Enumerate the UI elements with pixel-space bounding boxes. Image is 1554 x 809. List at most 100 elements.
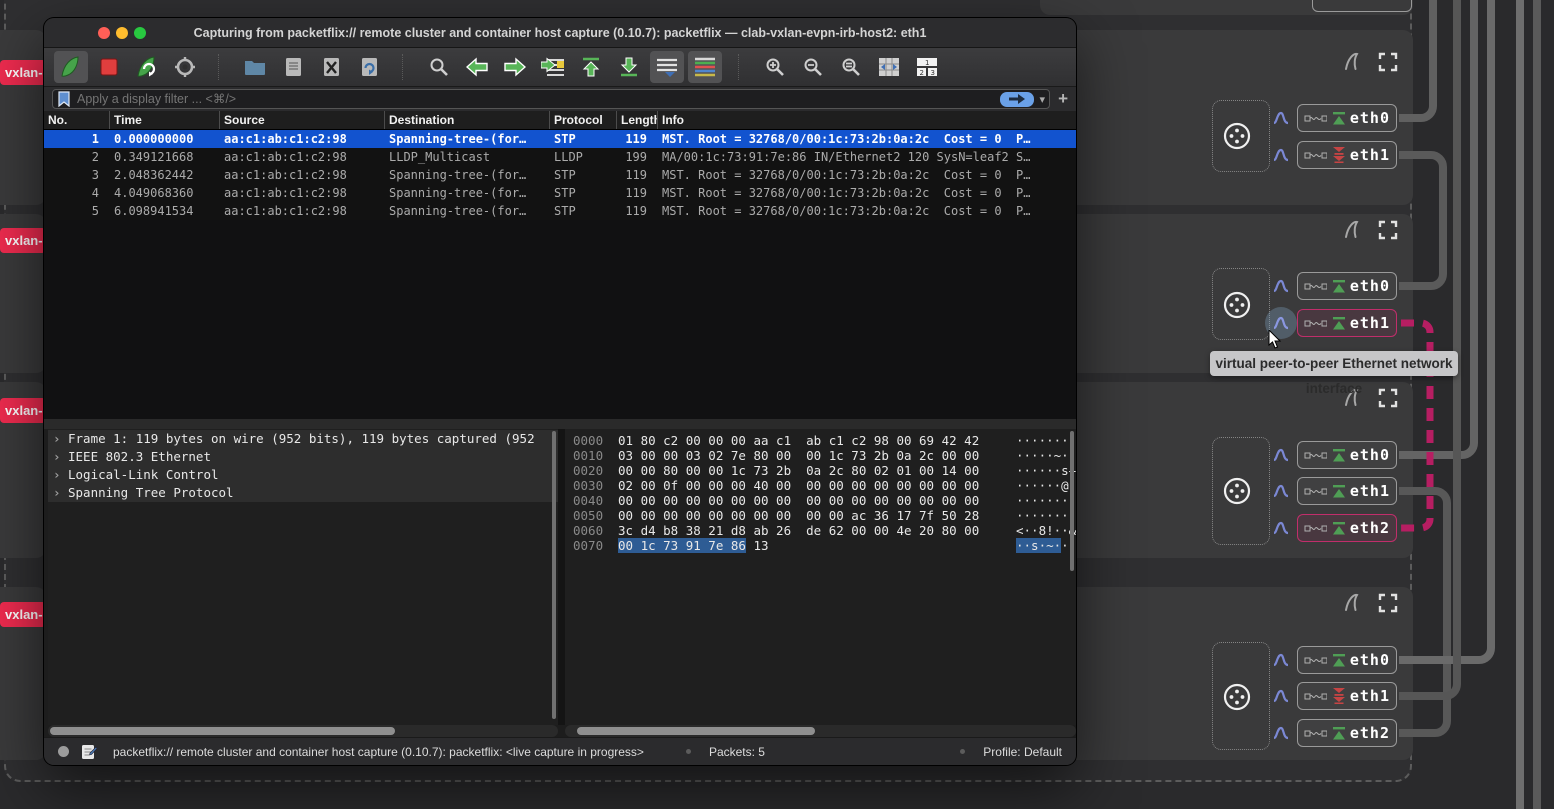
iface-badge-eth1[interactable]: eth1	[1297, 682, 1397, 710]
minimize-window-button[interactable]	[116, 27, 128, 39]
iface-badge-eth0[interactable]: eth0	[1297, 272, 1397, 300]
capture-wave-icon[interactable]	[1273, 688, 1289, 704]
container-icon[interactable]	[1222, 476, 1252, 506]
capture-wave-icon[interactable]	[1273, 447, 1289, 463]
hex-hscroll-thumb[interactable]	[577, 727, 815, 735]
capture-wave-icon[interactable]	[1273, 278, 1289, 294]
container-icon[interactable]	[1222, 121, 1252, 151]
capture-wave-icon[interactable]	[1273, 147, 1289, 163]
hex-row[interactable]: 003002 00 0f 00 00 00 40 00 00 00 00 00 …	[565, 478, 1076, 493]
display-filter-input[interactable]	[77, 92, 994, 106]
expand-icon[interactable]	[1378, 388, 1398, 408]
capture-start-icon[interactable]	[54, 51, 88, 83]
hex-row[interactable]: 00603c d4 b8 38 21 d8 ab 26 de 62 00 00 …	[565, 523, 1076, 538]
container-icon[interactable]	[1222, 290, 1252, 320]
detail-row-stp[interactable]: Spanning Tree Protocol	[48, 484, 558, 502]
hex-dump-pane[interactable]: 000001 80 c2 00 00 00 aa c1 ab c1 c2 98 …	[565, 429, 1076, 725]
hex-row[interactable]: 002000 00 80 00 00 1c 73 2b 0a 2c 80 02 …	[565, 463, 1076, 478]
hex-row[interactable]: 000001 80 c2 00 00 00 aa c1 ab c1 c2 98 …	[565, 433, 1076, 448]
details-vertical-scrollbar[interactable]	[552, 431, 556, 719]
go-top-icon[interactable]	[574, 51, 608, 83]
go-to-packet-icon[interactable]	[536, 51, 570, 83]
iface-badge-eth1-traced[interactable]: eth1	[1297, 309, 1397, 337]
display-filter-field[interactable]	[52, 89, 1050, 109]
colorize-icon[interactable]	[688, 51, 722, 83]
hex-row[interactable]: 004000 00 00 00 00 00 00 00 00 00 00 00 …	[565, 493, 1076, 508]
save-file-icon[interactable]	[276, 51, 310, 83]
capture-wave-icon[interactable]	[1273, 520, 1289, 536]
packet-row-1[interactable]: 10.000000000aa:c1:ab:c1:c2:98Spanning-tr…	[44, 130, 1076, 148]
capture-stop-icon[interactable]	[92, 51, 126, 83]
expand-icon[interactable]	[1378, 52, 1398, 72]
go-back-icon[interactable]	[460, 51, 494, 83]
node-label[interactable]: vxlan-e	[0, 60, 46, 85]
hex-vertical-scrollbar[interactable]	[1070, 431, 1074, 571]
expand-chevron-icon[interactable]	[53, 430, 61, 448]
capture-wave-icon[interactable]	[1273, 652, 1289, 668]
capture-options-icon[interactable]	[168, 51, 202, 83]
expand-chevron-icon[interactable]	[53, 466, 61, 484]
detail-row-frame[interactable]: Frame 1: 119 bytes on wire (952 bits), 1…	[48, 430, 558, 448]
column-destination[interactable]: Destination	[384, 111, 549, 129]
capture-wave-icon[interactable]	[1273, 315, 1289, 331]
go-bottom-icon[interactable]	[612, 51, 646, 83]
title-bar[interactable]: Capturing from packetflix:// remote clus…	[44, 18, 1076, 48]
expand-icon[interactable]	[1378, 593, 1398, 613]
close-file-icon[interactable]	[314, 51, 348, 83]
filter-bookmark-icon[interactable]	[57, 91, 71, 107]
iface-badge-eth0[interactable]: eth0	[1297, 441, 1397, 469]
zoom-original-icon[interactable]	[834, 51, 868, 83]
hex-row-selected[interactable]: 007000 1c 73 91 7e 86 13··s·~··	[565, 538, 1076, 553]
details-hscroll-thumb[interactable]	[50, 727, 395, 735]
resize-columns-icon[interactable]	[872, 51, 906, 83]
container-icon[interactable]	[1222, 682, 1252, 712]
expand-chevron-icon[interactable]	[53, 484, 61, 502]
go-forward-icon[interactable]	[498, 51, 532, 83]
capture-fin-icon[interactable]	[1341, 591, 1365, 615]
iface-badge-eth2[interactable]: eth2	[1297, 719, 1397, 747]
zoom-out-icon[interactable]	[796, 51, 830, 83]
detail-row-ethernet[interactable]: IEEE 802.3 Ethernet	[48, 448, 558, 466]
pane-splitter[interactable]	[44, 419, 1076, 429]
column-time[interactable]: Time	[109, 111, 219, 129]
capture-restart-icon[interactable]	[130, 51, 164, 83]
capture-fin-icon[interactable]	[1341, 218, 1365, 242]
iface-badge-eth0[interactable]: eth0	[1297, 646, 1397, 674]
packet-details-pane[interactable]: Frame 1: 119 bytes on wire (952 bits), 1…	[48, 429, 558, 725]
detail-row-llc[interactable]: Logical-Link Control	[48, 466, 558, 484]
open-file-icon[interactable]	[238, 51, 272, 83]
hex-row[interactable]: 001003 00 00 03 02 7e 80 00 00 1c 73 2b …	[565, 448, 1076, 463]
iface-badge-eth2-traced[interactable]: eth2	[1297, 514, 1397, 542]
column-protocol[interactable]: Protocol	[549, 111, 616, 129]
iface-badge-eth1[interactable]: eth1	[1297, 141, 1397, 169]
capture-wave-icon[interactable]	[1273, 725, 1289, 741]
packet-row-5[interactable]: 56.098941534aa:c1:ab:c1:c2:98Spanning-tr…	[44, 202, 1076, 220]
pane-divider[interactable]	[558, 429, 565, 725]
add-filter-button[interactable]	[1058, 89, 1068, 109]
find-packet-icon[interactable]	[422, 51, 456, 83]
column-length[interactable]: Length	[616, 111, 657, 129]
capture-wave-icon[interactable]	[1273, 110, 1289, 126]
zoom-window-button[interactable]	[134, 27, 146, 39]
iface-badge-eth0[interactable]: eth0	[1297, 104, 1397, 132]
capture-fin-icon[interactable]	[1341, 50, 1365, 74]
close-window-button[interactable]	[98, 27, 110, 39]
profile-label[interactable]: Profile: Default	[983, 745, 1062, 759]
expand-icon[interactable]	[1378, 220, 1398, 240]
expand-chevron-icon[interactable]	[53, 448, 61, 466]
column-source[interactable]: Source	[219, 111, 384, 129]
packet-row-4[interactable]: 44.049068360aa:c1:ab:c1:c2:98Spanning-tr…	[44, 184, 1076, 202]
packet-row-3[interactable]: 32.048362442aa:c1:ab:c1:c2:98Spanning-tr…	[44, 166, 1076, 184]
display-columns-icon[interactable]: 123	[910, 51, 944, 83]
filter-dropdown-caret[interactable]	[1040, 90, 1046, 108]
apply-filter-button[interactable]	[1000, 92, 1034, 107]
capture-wave-icon[interactable]	[1273, 483, 1289, 499]
node-label[interactable]: vxlan-e	[0, 228, 46, 253]
column-no[interactable]: No.	[44, 111, 109, 129]
column-info[interactable]: Info	[657, 111, 1076, 129]
packet-list-header[interactable]: No. Time Source Destination Protocol Len…	[44, 111, 1076, 130]
hex-row[interactable]: 005000 00 00 00 00 00 00 00 00 00 ac 36 …	[565, 508, 1076, 523]
expert-info-icon[interactable]	[81, 744, 97, 760]
reload-file-icon[interactable]	[352, 51, 386, 83]
iface-badge-eth1[interactable]: eth1	[1297, 477, 1397, 505]
